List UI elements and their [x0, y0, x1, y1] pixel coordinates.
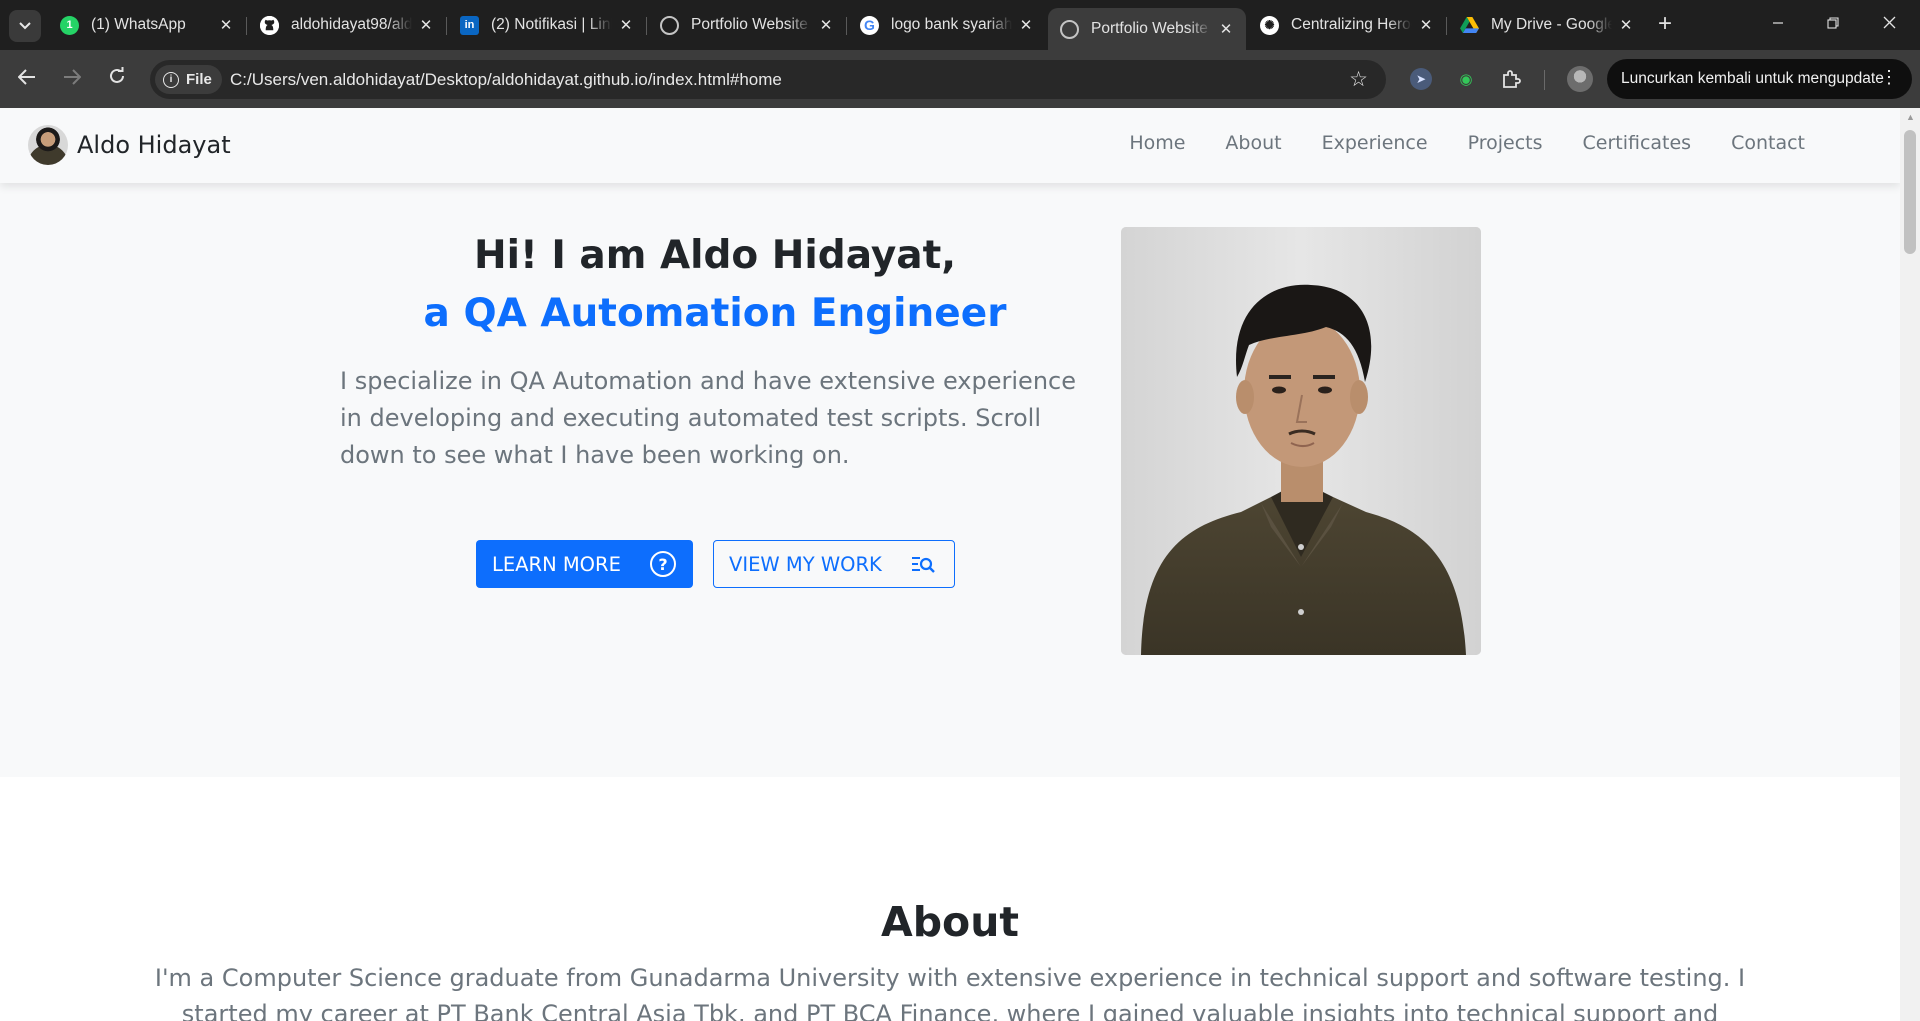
extension-eye-icon[interactable]: ◉ — [1455, 68, 1477, 90]
page-scrollbar[interactable]: ▲ — [1900, 108, 1920, 1021]
tab-search-button[interactable] — [9, 10, 41, 42]
forward-button[interactable] — [58, 65, 86, 93]
globe-icon — [1060, 19, 1079, 39]
browser-tab[interactable]: Portfolio Website ✕ — [648, 8, 846, 42]
more-menu-icon[interactable]: ⋮ — [1880, 68, 1898, 86]
site-navbar: Aldo Hidayat Home About Experience Proje… — [0, 108, 1900, 183]
tab-close-icon[interactable]: ✕ — [1616, 16, 1636, 34]
brand-name: Aldo Hidayat — [77, 131, 231, 159]
arrow-left-icon — [17, 69, 35, 85]
browser-tabstrip: 1 (1) WhatsApp ✕ aldohidayat98/aldohiday… — [0, 0, 1920, 50]
extensions-puzzle-icon[interactable] — [1500, 68, 1522, 90]
whatsapp-icon: 1 — [60, 15, 79, 35]
tab-title: aldohidayat98/aldohidayat.github.io — [291, 16, 412, 33]
hero-intro: I specialize in QA Automation and have e… — [340, 367, 1076, 469]
question-circle-icon: ? — [650, 551, 676, 577]
scrollbar-thumb[interactable] — [1904, 130, 1916, 254]
google-drive-icon — [1460, 16, 1479, 35]
nav-link-experience[interactable]: Experience — [1322, 132, 1428, 154]
learn-more-button[interactable]: LEARN MORE ? — [476, 540, 693, 588]
site-info-chip[interactable]: i File — [155, 65, 222, 94]
tab-close-icon[interactable]: ✕ — [1216, 20, 1236, 38]
file-label: File — [186, 71, 212, 88]
view-my-work-button[interactable]: VIEW MY WORK — [713, 540, 955, 588]
update-label: Luncurkan kembali untuk mengupdate — [1621, 70, 1884, 87]
url-text[interactable]: C:/Users/ven.aldohidayat/Desktop/aldohid… — [230, 70, 782, 90]
relaunch-update-button[interactable]: Luncurkan kembali untuk mengupdate ⋮ — [1607, 59, 1912, 99]
view-my-work-label: VIEW MY WORK — [729, 552, 882, 576]
arrow-right-icon — [64, 69, 82, 85]
minimize-button[interactable] — [1755, 10, 1801, 40]
nav-link-about[interactable]: About — [1225, 132, 1281, 154]
back-button[interactable] — [13, 65, 41, 93]
browser-tab[interactable]: My Drive - Google Drive ✕ — [1448, 8, 1646, 42]
address-bar[interactable]: i File C:/Users/ven.aldohidayat/Desktop/… — [150, 60, 1386, 99]
hero-greeting: Hi! I am Aldo Hidayat, — [473, 233, 957, 278]
about-heading: About — [880, 898, 1020, 946]
tab-title: logo bank syariah — [891, 16, 1012, 33]
nav-link-contact[interactable]: Contact — [1731, 132, 1805, 154]
browser-toolbar: i File C:/Users/ven.aldohidayat/Desktop/… — [0, 50, 1920, 108]
profile-photo — [1121, 227, 1481, 655]
brand-avatar — [28, 125, 68, 165]
page-viewport: Aldo Hidayat Home About Experience Proje… — [0, 108, 1900, 1021]
close-window-button[interactable] — [1866, 10, 1912, 40]
nav-link-home[interactable]: Home — [1129, 132, 1185, 154]
extension-cursor-icon[interactable]: ➤ — [1410, 68, 1432, 90]
hero-section: Hi! I am Aldo Hidayat, a QA Automation E… — [0, 183, 1900, 777]
tab-close-icon[interactable]: ✕ — [1016, 16, 1036, 34]
browser-tab[interactable]: 1 (1) WhatsApp ✕ — [48, 8, 246, 42]
google-icon: G — [860, 15, 879, 35]
profile-avatar[interactable] — [1567, 66, 1593, 92]
chevron-down-icon — [19, 22, 31, 30]
scroll-up-icon[interactable]: ▲ — [1906, 112, 1915, 122]
reload-icon — [110, 67, 124, 83]
tab-close-icon[interactable]: ✕ — [416, 16, 436, 34]
nav-link-certificates[interactable]: Certificates — [1582, 132, 1691, 154]
tab-close-icon[interactable]: ✕ — [1416, 16, 1436, 34]
tab-title: (2) Notifikasi | LinkedIn — [491, 16, 612, 33]
tab-title: Portfolio Website — [1091, 20, 1208, 37]
restore-icon — [1827, 17, 1839, 29]
minimize-icon — [1773, 22, 1783, 24]
close-icon — [1883, 16, 1895, 29]
reload-button[interactable] — [103, 65, 131, 93]
openai-icon: ✺ — [1260, 15, 1279, 35]
github-icon — [260, 15, 279, 35]
browser-tab[interactable]: aldohidayat98/aldohidayat.github.io ✕ — [248, 8, 446, 42]
tab-title: (1) WhatsApp — [91, 16, 186, 33]
hero-role: a QA Automation Engineer — [423, 291, 1007, 336]
tab-title: My Drive - Google Drive — [1491, 16, 1612, 33]
tab-close-icon[interactable]: ✕ — [216, 16, 236, 34]
site-brand[interactable]: Aldo Hidayat — [28, 125, 231, 165]
globe-icon — [660, 15, 679, 35]
linkedin-icon: in — [460, 15, 479, 35]
tab-title: Centralizing Heroes — [1291, 16, 1412, 33]
browser-tab-active[interactable]: Portfolio Website ✕ — [1048, 8, 1246, 50]
site-nav-links: Home About Experience Projects Certifica… — [1129, 132, 1805, 154]
find-search-icon — [912, 557, 935, 573]
browser-tab[interactable]: G logo bank syariah ✕ — [848, 8, 1046, 42]
browser-tab[interactable]: in (2) Notifikasi | LinkedIn ✕ — [448, 8, 646, 42]
nav-link-projects[interactable]: Projects — [1468, 132, 1543, 154]
restore-button[interactable] — [1810, 10, 1856, 40]
info-icon: i — [163, 71, 179, 88]
new-tab-button[interactable]: + — [1651, 11, 1679, 39]
browser-tab[interactable]: ✺ Centralizing Heroes ✕ — [1248, 8, 1446, 42]
about-text: I'm a Computer Science graduate from Gun… — [154, 964, 1746, 1021]
learn-more-label: LEARN MORE — [492, 552, 621, 576]
tab-close-icon[interactable]: ✕ — [816, 16, 836, 34]
bookmark-star-icon[interactable]: ☆ — [1349, 67, 1368, 92]
tab-title: Portfolio Website — [691, 16, 808, 33]
tab-close-icon[interactable]: ✕ — [616, 16, 636, 34]
